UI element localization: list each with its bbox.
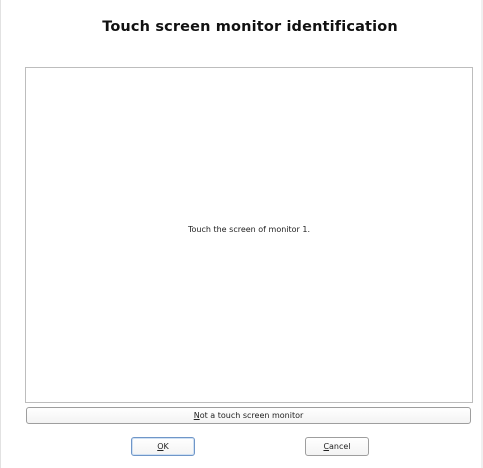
cancel-label: ancel xyxy=(329,442,351,451)
touch-instruction: Touch the screen of monitor 1. xyxy=(187,225,311,234)
not-touch-screen-label: ot a touch screen monitor xyxy=(199,411,304,420)
not-touch-screen-button[interactable]: Not a touch screen monitor xyxy=(26,407,471,424)
dialog-title: Touch screen monitor identification xyxy=(102,19,398,35)
ok-button[interactable]: OK xyxy=(131,437,195,456)
ok-label: K xyxy=(163,442,169,451)
touch-target-area[interactable]: Touch the screen of monitor 1. xyxy=(25,67,473,403)
cancel-button[interactable]: Cancel xyxy=(305,437,369,456)
window-left-edge xyxy=(0,0,1,468)
